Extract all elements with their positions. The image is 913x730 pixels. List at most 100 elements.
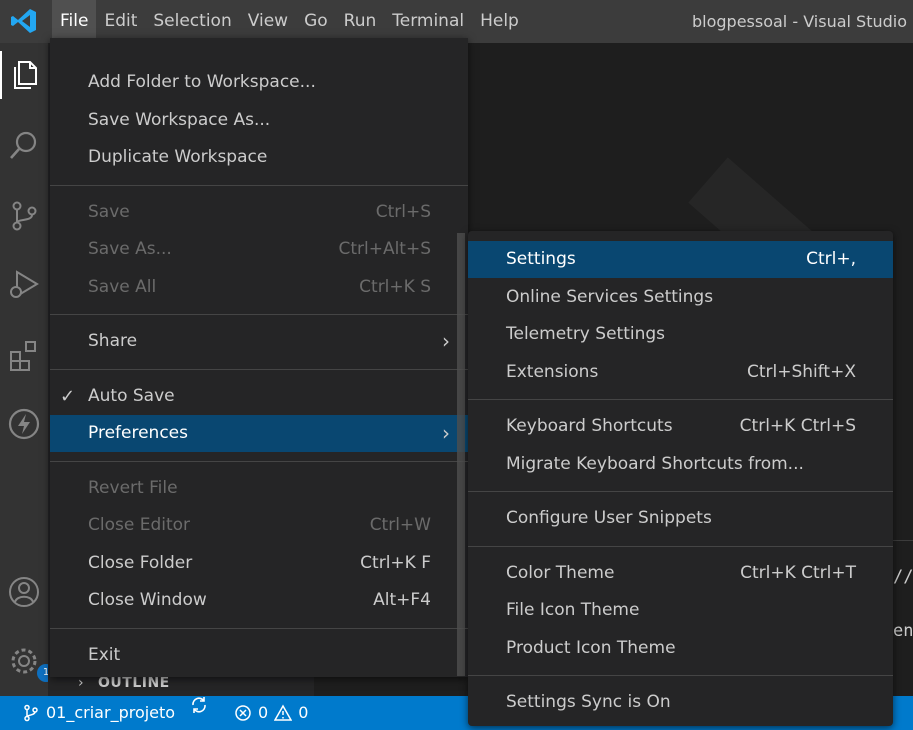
preferences-submenu: Settings Ctrl+, Online Services Settings Te…	[468, 231, 893, 726]
source-control-icon[interactable]	[0, 192, 48, 240]
pref-menu-item-keyboard-shortcuts[interactable]: Keyboard Shortcuts Ctrl+K Ctrl+S	[468, 408, 893, 445]
menu-separator	[50, 460, 468, 462]
menu-item-label: Keyboard Shortcuts	[506, 416, 673, 436]
menu-bar: File Edit Selection View Go Run Terminal Help	[52, 0, 527, 43]
pref-menu-item-color-theme[interactable]: Color Theme Ctrl+K Ctrl+T	[468, 555, 893, 592]
pref-menu-item-telemetry-settings[interactable]: Telemetry Settings	[468, 316, 893, 353]
file-menu-item-auto-save[interactable]: ✓ Auto Save	[50, 378, 468, 415]
menu-item-label: Share	[88, 331, 138, 351]
menu-separator	[50, 627, 468, 629]
pref-menu-item-extensions[interactable]: Extensions Ctrl+Shift+X	[468, 354, 893, 391]
file-menu-item-close-window[interactable]: Close Window Alt+F4	[50, 582, 468, 619]
keyboard-shortcut: Ctrl+W	[369, 515, 431, 535]
menu-separator	[468, 545, 893, 547]
keyboard-shortcut: Ctrl+Shift+X	[746, 361, 856, 382]
menu-item-label: Save Workspace As...	[88, 109, 271, 130]
file-menu-item-close-editor[interactable]: Close Editor Ctrl+W	[50, 507, 468, 544]
menu-item-label: Migrate Keyboard Shortcuts from...	[506, 453, 804, 474]
branch-name: 01_criar_projeto	[46, 703, 176, 722]
pref-menu-item-settings-sync-is-on[interactable]: Settings Sync is On	[468, 684, 893, 721]
pref-menu-item-file-icon-theme[interactable]: File Icon Theme	[468, 592, 893, 629]
menu-separator	[50, 184, 468, 186]
menu-item-label: Extensions	[506, 361, 599, 382]
files-icon[interactable]	[0, 51, 48, 99]
thunder-client-icon[interactable]	[0, 400, 48, 448]
menu-separator	[50, 314, 468, 315]
keyboard-shortcut: Ctrl+Alt+S	[338, 239, 431, 259]
menu-separator	[468, 675, 893, 676]
keyboard-shortcut: Ctrl+S	[375, 201, 431, 222]
account-icon[interactable]	[0, 568, 48, 616]
panel-text-fragment: en	[893, 621, 913, 641]
menu-item-label: Preferences	[88, 423, 188, 443]
menu-run[interactable]: Run	[336, 0, 385, 43]
branch-indicator[interactable]: 01_criar_projeto	[22, 696, 175, 730]
menu-item-label: Save All	[88, 276, 157, 297]
menu-item-label: Configure User Snippets	[506, 508, 712, 528]
menu-edit[interactable]: Edit	[96, 0, 145, 43]
menu-item-label: Add Folder to Workspace...	[88, 72, 316, 92]
menu-terminal[interactable]: Terminal	[384, 0, 472, 43]
menu-go[interactable]: Go	[296, 0, 336, 43]
menu-item-label: Settings Sync is On	[506, 692, 671, 712]
file-menu-item-revert-file[interactable]: Revert File	[50, 470, 468, 507]
file-menu: Add Folder to Workspace... Save Workspace…	[50, 38, 468, 677]
keyboard-shortcut: Alt+F4	[373, 590, 431, 610]
menu-item-label: Save	[88, 201, 130, 222]
menu-item-label: Auto Save	[88, 385, 175, 406]
git-branch-icon	[24, 704, 38, 722]
menu-file[interactable]: File	[52, 0, 97, 43]
file-menu-item-save-all[interactable]: Save All Ctrl+K S	[50, 269, 468, 306]
menu-separator	[468, 491, 893, 492]
outline-label: OUTLINE	[98, 675, 170, 691]
checkmark-icon: ✓	[60, 385, 76, 407]
pref-menu-item-online-services-settings[interactable]: Online Services Settings	[468, 279, 893, 316]
file-menu-item-share[interactable]: Share ›	[50, 323, 468, 360]
menu-separator	[50, 368, 468, 370]
file-menu-item-add-folder-to-workspace[interactable]: Add Folder to Workspace...	[50, 64, 468, 101]
file-menu-item-save[interactable]: Save Ctrl+S	[50, 194, 468, 231]
title-bar: File Edit Selection View Go Run Terminal Help b…	[0, 0, 913, 43]
panel-text-comment: //	[893, 567, 913, 587]
menu-item-label: Close Folder	[88, 552, 193, 573]
sync-button[interactable]	[190, 696, 208, 714]
extensions-icon[interactable]	[0, 331, 48, 379]
keyboard-shortcut: Ctrl+,	[806, 249, 856, 269]
problems-indicator[interactable]: 0 0	[234, 696, 308, 730]
file-menu-item-save-workspace-as[interactable]: Save Workspace As...	[50, 102, 468, 139]
menu-view[interactable]: View	[240, 0, 296, 43]
menu-item-label: Close Editor	[88, 515, 191, 535]
file-menu-item-preferences[interactable]: Preferences ›	[50, 415, 468, 452]
keyboard-shortcut: Ctrl+K Ctrl+T	[740, 562, 856, 583]
menu-selection[interactable]: Selection	[145, 0, 239, 43]
error-icon	[235, 705, 251, 721]
chevron-right-icon: ›	[442, 421, 450, 445]
menu-item-label: Settings	[506, 249, 576, 269]
pref-menu-item-product-icon-theme[interactable]: Product Icon Theme	[468, 630, 893, 667]
menu-scrollbar[interactable]	[457, 233, 465, 676]
chevron-right-icon: ›	[442, 329, 450, 353]
warning-icon	[274, 704, 293, 721]
file-menu-item-close-folder[interactable]: Close Folder Ctrl+K F	[50, 545, 468, 582]
menu-item-label: Color Theme	[506, 562, 615, 583]
menu-help[interactable]: Help	[472, 0, 527, 43]
menu-item-label: Product Icon Theme	[506, 637, 676, 658]
menu-separator	[468, 399, 893, 400]
menu-item-label: Exit	[88, 644, 121, 665]
menu-item-label: Close Window	[88, 590, 207, 610]
menu-item-label: Online Services Settings	[506, 286, 714, 307]
keyboard-shortcut: Ctrl+K S	[359, 276, 431, 297]
chevron-right-icon: ›	[78, 675, 84, 691]
file-menu-item-duplicate-workspace[interactable]: Duplicate Workspace	[50, 139, 468, 176]
activity-bar	[0, 43, 48, 696]
run-debug-icon[interactable]	[0, 261, 48, 309]
pref-menu-item-configure-user-snippets[interactable]: Configure User Snippets	[468, 500, 893, 537]
file-menu-item-exit[interactable]: Exit	[50, 637, 468, 674]
search-icon[interactable]	[0, 122, 48, 170]
pref-menu-item-migrate-keyboard-shortcuts-from[interactable]: Migrate Keyboard Shortcuts from...	[468, 446, 893, 483]
menu-item-label: File Icon Theme	[506, 600, 640, 620]
pref-menu-item-settings[interactable]: Settings Ctrl+,	[468, 241, 893, 278]
menu-item-label: Telemetry Settings	[506, 324, 666, 344]
menu-item-label: Revert File	[88, 477, 178, 498]
file-menu-item-save-as[interactable]: Save As... Ctrl+Alt+S	[50, 231, 468, 268]
